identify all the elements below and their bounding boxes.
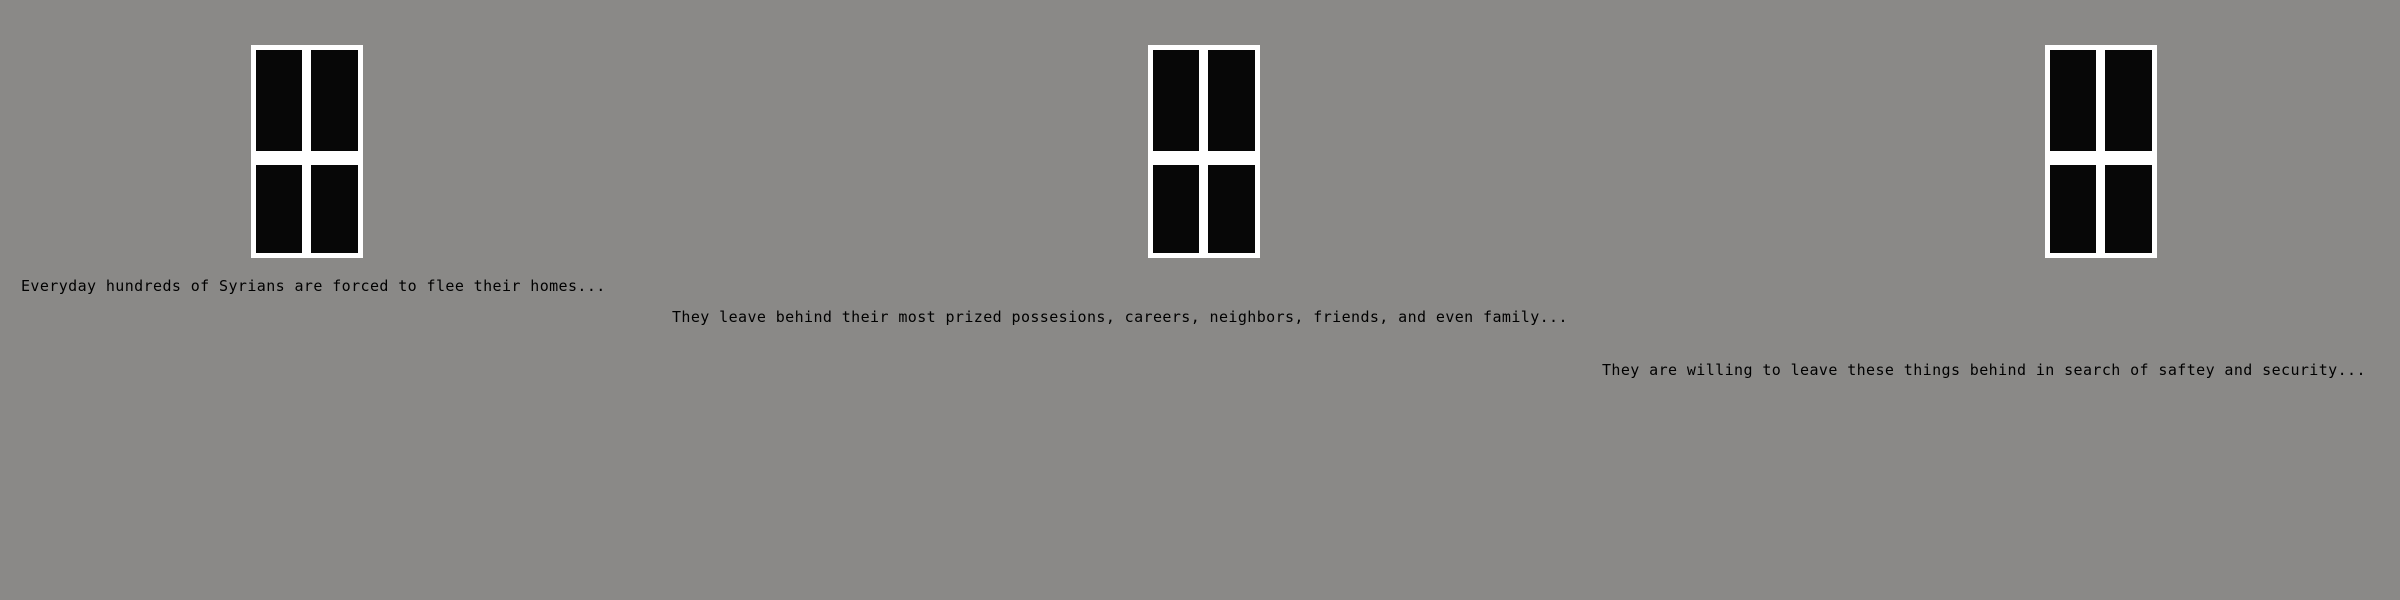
window-pane	[256, 50, 302, 151]
window-pane	[1153, 50, 1199, 151]
window-pane	[311, 165, 358, 253]
window-icon	[251, 45, 363, 258]
window-pane	[311, 50, 358, 151]
window-icon	[2045, 45, 2157, 258]
window-pane	[1208, 165, 1255, 253]
window-pane	[256, 165, 302, 253]
window-icon	[1148, 45, 1260, 258]
window-pane	[1153, 165, 1199, 253]
caption-text: They leave behind their most prized poss…	[672, 308, 1568, 326]
window-pane	[1208, 50, 1255, 151]
window-pane	[2105, 50, 2152, 151]
game-scene: Everyday hundreds of Syrians are forced …	[0, 0, 2400, 600]
window-pane	[2050, 50, 2096, 151]
window-pane	[2050, 165, 2096, 253]
caption-text: They are willing to leave these things b…	[1602, 361, 2366, 379]
window-pane	[2105, 165, 2152, 253]
caption-text: Everyday hundreds of Syrians are forced …	[21, 277, 606, 295]
